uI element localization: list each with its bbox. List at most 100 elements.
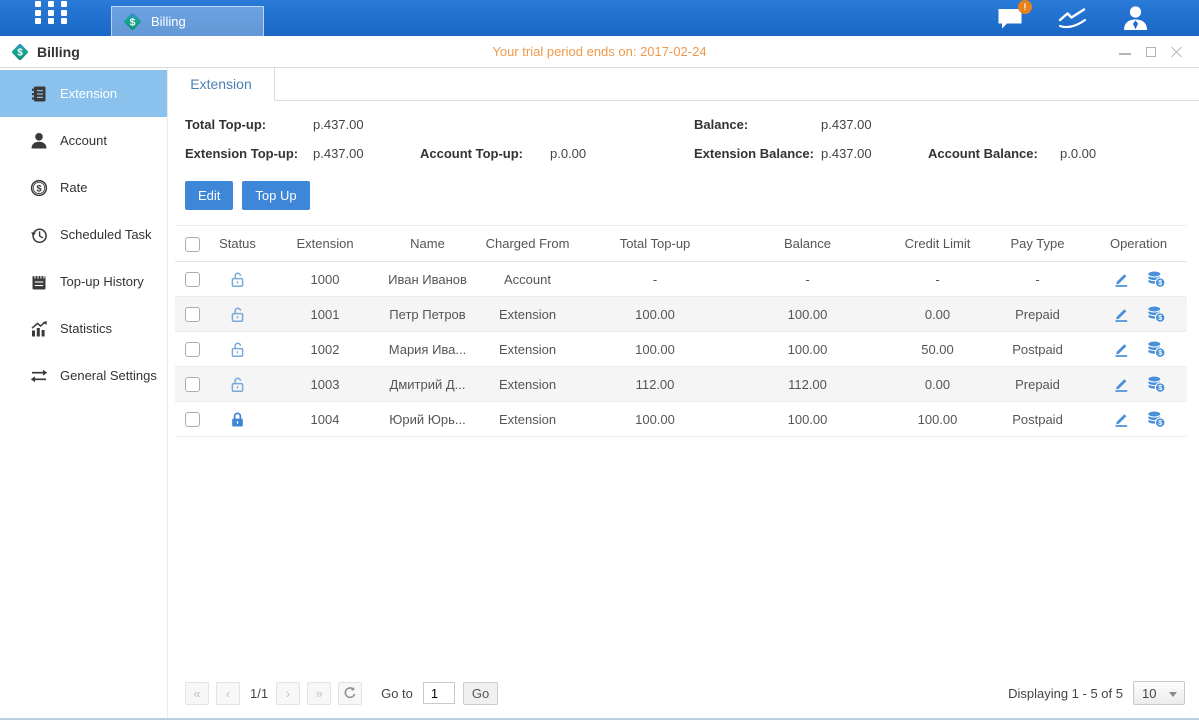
sidebar-item-statistics[interactable]: Statistics	[0, 305, 167, 352]
cell-operation: $	[1090, 367, 1187, 402]
top-up-icon[interactable]: $	[1146, 340, 1166, 358]
first-page-button[interactable]: «	[185, 682, 209, 705]
top-up-icon[interactable]: $	[1146, 270, 1166, 288]
row-checkbox[interactable]	[185, 342, 200, 357]
cell-pay-type: Prepaid	[985, 367, 1090, 402]
edit-icon[interactable]	[1112, 305, 1130, 323]
sidebar-item-rate[interactable]: $ Rate	[0, 164, 167, 211]
row-checkbox[interactable]	[185, 412, 200, 427]
row-checkbox[interactable]	[185, 377, 200, 392]
cell-operation: $	[1090, 332, 1187, 367]
top-up-icon[interactable]: $	[1146, 410, 1166, 428]
page-indicator: 1/1	[250, 686, 268, 701]
cell-balance: 100.00	[725, 297, 890, 332]
tab-strip: Extension	[168, 68, 1199, 101]
summary-section: Total Top-up: p.437.00 Extension Top-up:…	[168, 101, 1199, 161]
cell-pay-type: -	[985, 262, 1090, 297]
messages-icon[interactable]: !	[997, 6, 1024, 30]
cell-name: Юрий Юрь...	[385, 402, 470, 437]
edit-icon[interactable]	[1112, 410, 1130, 428]
edit-icon[interactable]	[1112, 375, 1130, 393]
top-bar: $ Billing !	[0, 0, 1199, 36]
cell-name: Петр Петров	[385, 297, 470, 332]
page-size-select[interactable]: 10	[1133, 681, 1185, 705]
maximize-icon[interactable]	[1145, 46, 1157, 58]
cell-total-topup: 100.00	[585, 402, 725, 437]
tab-extension[interactable]: Extension	[168, 68, 275, 101]
cell-extension: 1004	[265, 402, 385, 437]
user-icon[interactable]	[1122, 5, 1149, 30]
taskbar-tab-billing[interactable]: $ Billing	[111, 6, 264, 36]
account-topup-value: p.0.00	[550, 146, 694, 161]
cell-credit-limit: 0.00	[890, 297, 985, 332]
go-button[interactable]: Go	[463, 682, 498, 705]
sidebar-item-label: Statistics	[60, 321, 112, 336]
topup-history-icon	[30, 273, 48, 291]
column-header-balance: Balance	[725, 226, 890, 262]
cell-charged-from: Extension	[470, 402, 585, 437]
svg-text:$: $	[36, 183, 42, 194]
goto-label: Go to	[381, 686, 413, 701]
svg-text:$: $	[1158, 315, 1162, 322]
minimize-icon[interactable]	[1119, 46, 1131, 58]
extension-topup-label: Extension Top-up:	[185, 146, 313, 161]
cell-checkbox	[175, 367, 210, 402]
edit-icon[interactable]	[1112, 340, 1130, 358]
cell-balance: -	[725, 262, 890, 297]
account-icon	[30, 132, 48, 150]
close-icon[interactable]	[1171, 46, 1183, 58]
cell-name: Дмитрий Д...	[385, 367, 470, 402]
top-up-icon[interactable]: $	[1146, 305, 1166, 323]
goto-page-input[interactable]	[423, 682, 455, 704]
table-row: 1000Иван ИвановAccount----$	[175, 262, 1187, 297]
cell-status	[210, 367, 265, 402]
cell-extension: 1002	[265, 332, 385, 367]
cell-charged-from: Account	[470, 262, 585, 297]
svg-text:$: $	[1158, 420, 1162, 427]
sidebar-item-label: Extension	[60, 86, 117, 101]
cell-balance: 100.00	[725, 332, 890, 367]
statistics-chart-icon[interactable]	[1058, 6, 1088, 29]
sidebar-item-top-up-history[interactable]: Top-up History	[0, 258, 167, 305]
row-checkbox[interactable]	[185, 272, 200, 287]
cell-total-topup: -	[585, 262, 725, 297]
cell-name: Мария Ива...	[385, 332, 470, 367]
page-size-value: 10	[1142, 686, 1156, 701]
sidebar-item-scheduled-task[interactable]: Scheduled Task	[0, 211, 167, 258]
apps-grid-icon[interactable]	[35, 1, 69, 29]
column-header-total-top-up: Total Top-up	[585, 226, 725, 262]
sidebar-item-account[interactable]: Account	[0, 117, 167, 164]
cell-status	[210, 402, 265, 437]
sidebar-item-extension[interactable]: Extension	[0, 70, 167, 117]
cell-operation: $	[1090, 297, 1187, 332]
next-page-button[interactable]: ›	[276, 682, 300, 705]
table-row: 1003Дмитрий Д...Extension112.00112.000.0…	[175, 367, 1187, 402]
cell-checkbox	[175, 332, 210, 367]
top-up-icon[interactable]: $	[1146, 375, 1166, 393]
cell-pay-type: Postpaid	[985, 332, 1090, 367]
sidebar-item-label: Scheduled Task	[60, 227, 152, 242]
edit-button[interactable]: Edit	[185, 181, 233, 210]
cell-credit-limit: 100.00	[890, 402, 985, 437]
cell-operation: $	[1090, 262, 1187, 297]
refresh-icon[interactable]	[338, 682, 362, 705]
total-topup-label: Total Top-up:	[185, 117, 313, 132]
prev-page-button[interactable]: ‹	[216, 682, 240, 705]
sidebar-item-general-settings[interactable]: General Settings	[0, 352, 167, 399]
cell-extension: 1001	[265, 297, 385, 332]
pagination-bar: « ‹ 1/1 › » Go to Go Displaying 1 - 5 of…	[168, 681, 1199, 718]
last-page-button[interactable]: »	[307, 682, 331, 705]
account-balance-value: p.0.00	[1060, 146, 1187, 161]
top-up-button[interactable]: Top Up	[242, 181, 309, 210]
cell-credit-limit: 0.00	[890, 367, 985, 402]
cell-total-topup: 112.00	[585, 367, 725, 402]
general-settings-icon	[30, 367, 48, 385]
select-all-checkbox[interactable]	[185, 237, 200, 252]
svg-text:$: $	[1158, 350, 1162, 357]
edit-icon[interactable]	[1112, 270, 1130, 288]
billing-app-icon: $	[10, 42, 30, 62]
row-checkbox[interactable]	[185, 307, 200, 322]
column-header-status: Status	[210, 226, 265, 262]
cell-extension: 1000	[265, 262, 385, 297]
sidebar-item-label: Rate	[60, 180, 87, 195]
